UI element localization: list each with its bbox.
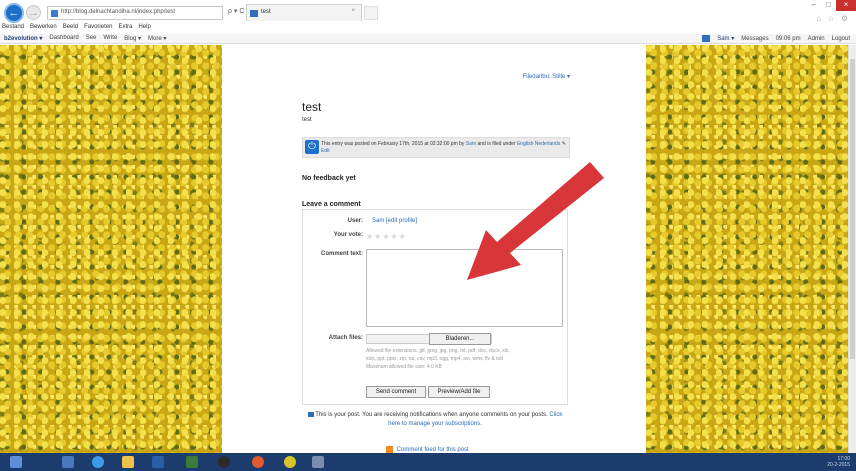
blog-page: Filedaribu: Stille ▾ test test ⏻ This en…	[222, 45, 646, 453]
edit-link[interactable]: Edit	[321, 148, 330, 154]
menu-item-edit[interactable]: Bewerken	[30, 24, 57, 30]
browser-chrome: ← → http://blog.delnachtandiha.nl/index.…	[0, 0, 856, 36]
leave-comment-heading: Leave a comment	[302, 201, 361, 208]
address-controls[interactable]: ρ ▾ C	[228, 7, 244, 15]
menu-bar: Bestand Bewerken Beeld Favorieten Extra …	[2, 24, 151, 30]
blog-menu[interactable]: Blog ▾	[124, 35, 141, 42]
no-feedback-heading: No feedback yet	[302, 175, 356, 182]
tab-favicon-icon	[250, 10, 258, 17]
menu-item-tools[interactable]: Extra	[118, 24, 132, 30]
post-title: test	[302, 100, 322, 114]
rating-stars[interactable]: ★★★★★	[366, 232, 407, 241]
more-menu[interactable]: More ▾	[148, 35, 166, 42]
tab-close-icon[interactable]: ×	[351, 8, 355, 14]
explorer-icon[interactable]	[122, 456, 134, 468]
category-links[interactable]: English Nederlands	[517, 141, 560, 147]
comment-form: User: Sam [edit profile] Your vote: ★★★★…	[302, 209, 568, 405]
b2evo-toolbar: b2evolution ▾ Dashboard See Write Blog ▾…	[0, 34, 856, 44]
clock-date: 20-2-2015	[827, 462, 850, 468]
window-controls: – □ ×	[806, 0, 856, 11]
close-window-button[interactable]: ×	[836, 0, 856, 11]
address-bar[interactable]: http://blog.delnachtandiha.nl/index.php/…	[47, 6, 223, 20]
store-icon[interactable]	[152, 456, 164, 468]
background-right	[646, 45, 848, 453]
messages-link[interactable]: Messages	[741, 36, 768, 42]
power-icon: ⏻	[305, 140, 319, 154]
media-icon[interactable]	[218, 456, 230, 468]
flower-field-image	[0, 45, 222, 453]
new-tab-button[interactable]	[364, 6, 378, 20]
comment-textarea[interactable]	[366, 249, 563, 327]
user-menu[interactable]: Sam ▾	[717, 35, 734, 42]
preview-button[interactable]: Preview/Add file	[428, 386, 490, 398]
menu-item-help[interactable]: Help	[138, 24, 150, 30]
write-link[interactable]: Write	[103, 35, 117, 42]
site-favicon-icon	[51, 10, 58, 17]
b2evo-menu[interactable]: b2evolution ▾	[4, 35, 42, 42]
dashboard-link[interactable]: Dashboard	[49, 35, 78, 42]
start-button-icon[interactable]	[10, 456, 22, 468]
app2-icon[interactable]	[284, 456, 296, 468]
notification-message: This is your post. You are receiving not…	[315, 412, 548, 418]
admin-link[interactable]: Admin	[808, 36, 825, 42]
edit-icon: ✎	[561, 141, 566, 147]
tools-icons[interactable]: ⌂ ☆ ⚙	[816, 14, 850, 23]
user-label: User:	[347, 218, 363, 224]
allowed-files-info: Allowed file extensions: gif, jpeg, jpg,…	[366, 347, 566, 371]
post-meta: ⏻ This entry was posted on February 17th…	[302, 137, 570, 158]
maximize-button[interactable]: □	[821, 0, 836, 11]
toolbar-time: 09:06 pm	[775, 35, 801, 42]
notification-text: This is your post. You are receiving not…	[302, 411, 568, 429]
minimize-button[interactable]: –	[806, 0, 821, 11]
allowed-line-2: xlsx, ppt, pptx, zip, rar, csv, mp3, ogg…	[366, 356, 504, 362]
author-link[interactable]: Sam	[466, 141, 476, 147]
vote-label: Your vote:	[333, 232, 363, 238]
allowed-line-1: Allowed file extensions: gif, jpeg, jpg,…	[366, 348, 510, 354]
comment-label: Comment text:	[320, 251, 363, 257]
taskview-icon[interactable]	[62, 456, 74, 468]
meta-prefix: This entry was posted on February 17th, …	[321, 141, 465, 147]
page-scrollbar[interactable]	[848, 45, 856, 453]
app-icon[interactable]	[186, 456, 198, 468]
send-comment-button[interactable]: Send comment	[366, 386, 426, 398]
browse-button[interactable]: Bladeren...	[429, 333, 491, 345]
scrollbar-thumb[interactable]	[850, 59, 855, 359]
rss-icon	[386, 446, 393, 453]
menu-item-favorites[interactable]: Favorieten	[84, 24, 112, 30]
post-body: test	[302, 117, 312, 123]
menu-item-file[interactable]: Bestand	[2, 24, 24, 30]
browser-tab[interactable]: test ×	[246, 4, 362, 21]
meta-middle: and is filed under	[477, 141, 516, 147]
forward-button[interactable]: →	[26, 5, 41, 20]
user-profile-link[interactable]: Sam [edit profile]	[372, 218, 417, 224]
background-left	[0, 45, 222, 453]
app3-icon[interactable]	[312, 456, 324, 468]
logout-link[interactable]: Logout	[832, 36, 850, 42]
back-button[interactable]: ←	[4, 3, 24, 23]
attach-label: Attach files:	[328, 335, 363, 341]
filter-link[interactable]: Filedaribu: Stille ▾	[523, 73, 570, 80]
ie-icon[interactable]	[92, 456, 104, 468]
url-text: http://blog.delnachtandiha.nl/index.php/…	[61, 9, 176, 15]
allowed-line-3: Maximum allowed file size: 4.0 KB	[366, 364, 442, 370]
see-link[interactable]: See	[86, 35, 97, 42]
windows-taskbar: 17:00 20-2-2015	[0, 453, 856, 471]
notification-icon	[307, 411, 314, 417]
menu-item-view[interactable]: Beeld	[63, 24, 78, 30]
tab-title: test	[261, 9, 271, 15]
user-avatar-icon	[702, 35, 711, 42]
chrome-icon[interactable]	[252, 456, 264, 468]
system-tray[interactable]: 17:00 20-2-2015	[827, 456, 850, 468]
flower-field-image	[646, 45, 848, 453]
